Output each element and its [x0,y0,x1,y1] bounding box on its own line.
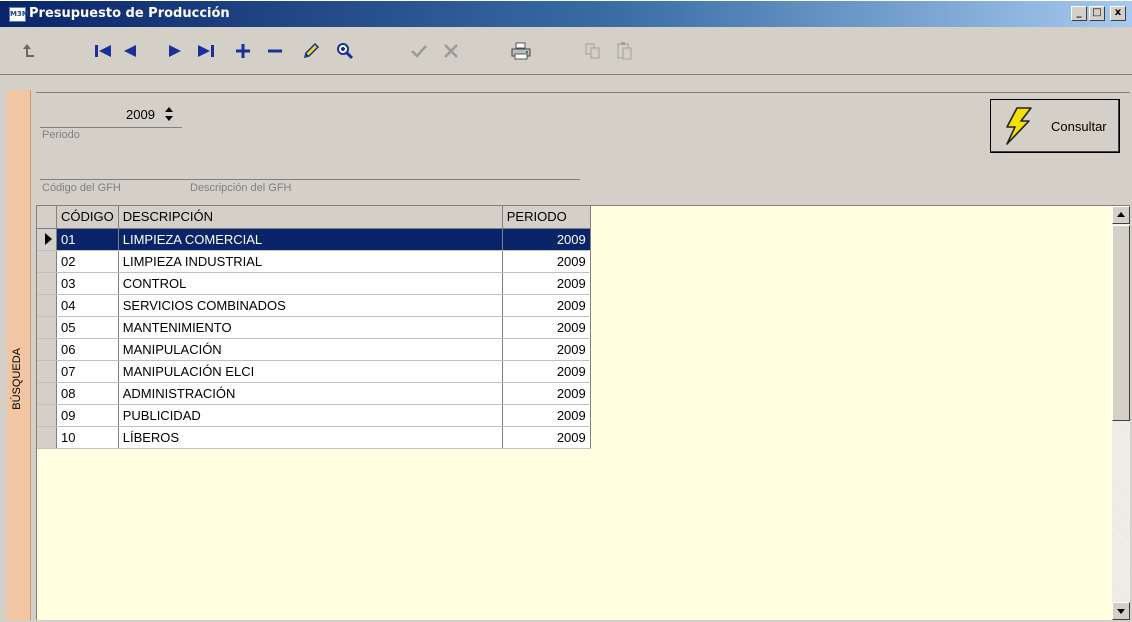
row-code[interactable]: 02 [56,250,119,273]
row-period[interactable]: 2009 [502,382,591,405]
row-code[interactable]: 07 [56,360,119,383]
period-spinner[interactable] [164,105,174,123]
scroll-thumb[interactable] [1112,225,1130,421]
row-period[interactable]: 2009 [502,404,591,427]
row-indicator [37,272,57,295]
maximize-button[interactable]: □ [1089,6,1105,21]
row-period[interactable]: 2009 [502,272,591,295]
toolbar [0,27,1132,75]
gfh-underline [40,179,580,180]
row-indicator [37,426,57,449]
table-row[interactable]: 04 SERVICIOS COMBINADOS 2009 [37,294,591,317]
period-label: Periodo [42,129,80,141]
consultar-button[interactable]: Consultar [990,99,1120,153]
row-description[interactable]: PUBLICIDAD [118,404,503,427]
title-bar: M3M Presupuesto de Producción _ □ x [0,0,1132,27]
row-indicator [37,382,57,405]
arrow-up-icon [1117,212,1125,217]
table-row[interactable]: 07 MANIPULACIÓN ELCI 2009 [37,360,591,383]
row-code[interactable]: 10 [56,426,119,449]
row-code[interactable]: 04 [56,294,119,317]
table-row[interactable]: 05 MANTENIMIENTO 2009 [37,316,591,339]
table-row[interactable]: 03 CONTROL 2009 [37,272,591,295]
row-description[interactable]: MANIPULACIÓN ELCI [118,360,503,383]
delete-icon[interactable] [264,39,286,63]
next-record-icon[interactable] [164,39,186,63]
gfh-desc-label: Descripción del GFH [190,182,292,194]
table-row[interactable]: 02 LIMPIEZA INDUSTRIAL 2009 [37,250,591,273]
search-icon[interactable] [333,39,357,63]
copy-icon [582,39,604,63]
row-indicator [37,360,57,383]
row-description[interactable]: LIMPIEZA INDUSTRIAL [118,250,503,273]
window-title: Presupuesto de Producción [29,6,230,21]
period-input[interactable]: 2009 [126,107,155,122]
row-indicator [37,294,57,317]
row-description[interactable]: SERVICIOS COMBINADOS [118,294,503,317]
busqueda-tab-label: BÚSQUEDA [11,348,23,410]
column-header-period[interactable]: PERIODO [502,206,591,229]
arrow-down-icon [1117,609,1125,614]
column-header-description[interactable]: DESCRIPCIÓN [118,206,503,229]
row-description[interactable]: MANTENIMIENTO [118,316,503,339]
row-code[interactable]: 03 [56,272,119,295]
row-indicator [37,250,57,273]
close-button[interactable]: x [1110,6,1126,21]
table-row[interactable]: 08 ADMINISTRACIÓN 2009 [37,382,591,405]
period-underline [40,127,182,128]
row-code[interactable]: 09 [56,404,119,427]
row-indicator [37,404,57,427]
confirm-icon [408,39,430,63]
table-row[interactable]: 01 LIMPIEZA COMERCIAL 2009 [37,228,591,251]
paste-icon [614,39,636,63]
row-period[interactable]: 2009 [502,316,591,339]
edit-icon[interactable] [300,39,322,63]
row-indicator [37,316,57,339]
row-code[interactable]: 06 [56,338,119,361]
first-record-icon[interactable] [91,39,115,63]
grid-vertical-scrollbar[interactable] [1112,205,1130,620]
row-period[interactable]: 2009 [502,228,591,251]
row-code[interactable]: 08 [56,382,119,405]
gfh-code-label: Código del GFH [42,182,121,194]
header-indicator [37,206,57,229]
row-description[interactable]: ADMINISTRACIÓN [118,382,503,405]
column-header-code[interactable]: CÓDIGO [56,206,119,229]
results-grid: CÓDIGO DESCRIPCIÓN PERIODO 01 LIMPIEZA C… [36,205,1112,620]
cancel-icon [440,39,462,63]
row-period[interactable]: 2009 [502,250,591,273]
row-code[interactable]: 01 [56,228,119,251]
add-icon[interactable] [232,39,254,63]
row-indicator [37,338,57,361]
table-row[interactable]: 06 MANIPULACIÓN 2009 [37,338,591,361]
last-record-icon[interactable] [194,39,218,63]
busqueda-tab[interactable]: BÚSQUEDA [7,90,31,620]
app-icon: M3M [9,7,29,22]
row-period[interactable]: 2009 [502,338,591,361]
exit-icon[interactable] [18,39,40,63]
table-row[interactable]: 09 PUBLICIDAD 2009 [37,404,591,427]
scroll-up-button[interactable] [1112,206,1130,224]
row-period[interactable]: 2009 [502,360,591,383]
row-description[interactable]: LIMPIEZA COMERCIAL [118,228,503,251]
print-icon[interactable] [508,39,534,63]
prior-record-icon[interactable] [119,39,141,63]
row-description[interactable]: LÍBEROS [118,426,503,449]
row-description[interactable]: CONTROL [118,272,503,295]
row-description[interactable]: MANIPULACIÓN [118,338,503,361]
grid-header-row: CÓDIGO DESCRIPCIÓN PERIODO [37,206,591,229]
table-row[interactable]: 10 LÍBEROS 2009 [37,426,591,449]
current-row-pointer-icon [45,233,52,245]
row-period[interactable]: 2009 [502,426,591,449]
filter-panel: 2009 Periodo Código del GFH Descripción … [36,92,1130,205]
lightning-icon [1006,107,1032,145]
consultar-label: Consultar [1051,119,1107,134]
row-indicator [37,228,57,251]
row-code[interactable]: 05 [56,316,119,339]
row-period[interactable]: 2009 [502,294,591,317]
minimize-button[interactable]: _ [1071,6,1087,21]
scroll-down-button[interactable] [1112,602,1130,620]
